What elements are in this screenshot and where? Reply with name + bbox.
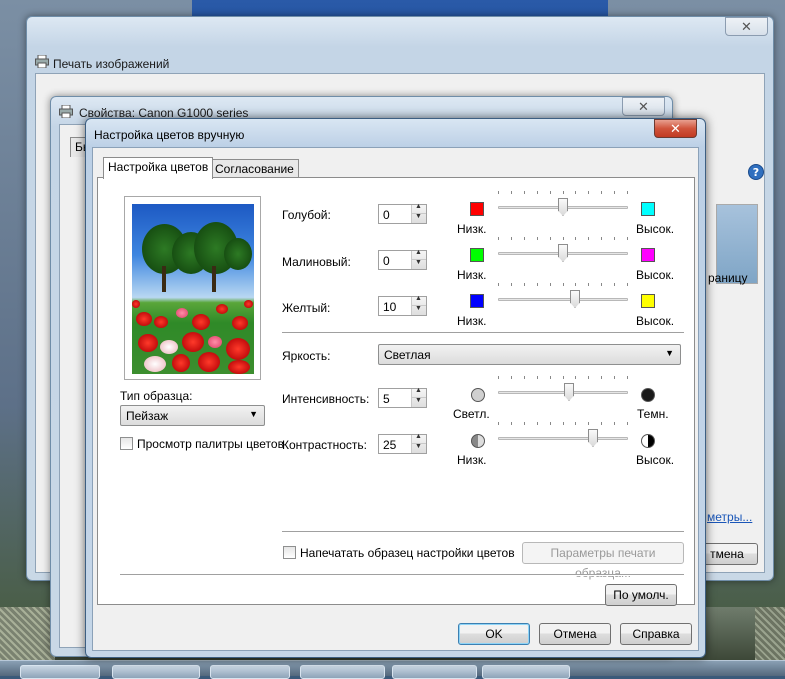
slider-thumb[interactable] (588, 429, 598, 447)
high-label: Высок. (636, 222, 675, 236)
printer-icon (59, 105, 73, 118)
sample-preview (124, 196, 261, 380)
cyan-label: Голубой: (282, 208, 331, 222)
params-link[interactable]: метры... (707, 510, 752, 524)
slider-thumb[interactable] (558, 244, 568, 262)
magenta-value: 0 (383, 254, 390, 268)
brightness-value: Светлая (384, 348, 431, 362)
slider-thumb[interactable] (570, 290, 580, 308)
yellow-swatch (641, 294, 655, 308)
chevron-down-icon: ▼ (665, 348, 674, 358)
help-icon[interactable]: ? (748, 164, 764, 180)
landscape-image (132, 204, 254, 374)
intensity-spinner[interactable]: 5 (378, 387, 427, 408)
chevron-down-icon: ▼ (249, 409, 258, 419)
intensity-value: 5 (383, 392, 390, 406)
partial-label: раницу (708, 271, 748, 285)
contrast-label: Контрастность: (282, 438, 368, 452)
divider (120, 574, 684, 576)
taskbar-button[interactable] (20, 665, 100, 679)
divider (282, 332, 684, 334)
green-swatch (470, 248, 484, 262)
dark-circle-icon (641, 388, 655, 402)
magenta-spinner[interactable]: 0 (378, 249, 427, 270)
magenta-label: Малиновый: (282, 255, 351, 269)
ok-button[interactable]: OK (458, 623, 530, 645)
contrast-slider[interactable] (498, 422, 628, 449)
low-label: Низк. (457, 453, 487, 467)
yellow-spinner[interactable]: 10 (378, 295, 427, 316)
tab-color-settings[interactable]: Настройка цветов (103, 157, 214, 179)
help-button[interactable]: Справка (620, 623, 692, 645)
tab-panel: Тип образца: Пейзаж ▼ Просмотр палитры ц… (97, 177, 695, 605)
slider-thumb[interactable] (558, 198, 568, 216)
close-button[interactable]: ✕ (622, 97, 665, 116)
close-button[interactable]: ✕ (725, 17, 768, 36)
cancel-button[interactable]: Отмена (539, 623, 611, 645)
high-contrast-icon (641, 434, 655, 448)
high-label: Высок. (636, 314, 675, 328)
red-swatch (470, 202, 484, 216)
low-label: Низк. (457, 314, 487, 328)
intensity-label: Интенсивность: (282, 392, 370, 406)
brightness-label: Яркость: (282, 349, 331, 363)
desktop-strip-left (0, 607, 55, 660)
taskbar-button[interactable] (210, 665, 290, 679)
divider (282, 531, 684, 533)
magenta-swatch (641, 248, 655, 262)
light-circle-icon (471, 388, 485, 402)
cyan-slider[interactable] (498, 191, 628, 218)
defaults-button[interactable]: По умолч. (605, 584, 677, 606)
print-sample-label: Напечатать образец настройки цветов (300, 546, 515, 560)
contrast-value: 25 (383, 438, 397, 452)
close-button[interactable]: ✕ (654, 119, 697, 138)
svg-text:?: ? (753, 166, 759, 179)
sample-params-button[interactable]: Параметры печати образца... (522, 542, 684, 580)
taskbar (0, 660, 785, 679)
high-label: Темн. (637, 407, 669, 421)
printer-icon (35, 55, 49, 68)
magenta-slider[interactable] (498, 237, 628, 264)
cyan-swatch (641, 202, 655, 216)
low-label: Светл. (453, 407, 490, 421)
palette-preview-label: Просмотр палитры цветов (137, 437, 284, 451)
low-label: Низк. (457, 268, 487, 282)
intensity-slider[interactable] (498, 376, 628, 403)
manual-color-dialog: Настройка цветов вручную ✕ Настройка цве… (85, 118, 706, 658)
taskbar-button[interactable] (392, 665, 477, 679)
yellow-slider[interactable] (498, 283, 628, 310)
high-label: Высок. (636, 268, 675, 282)
yellow-label: Желтый: (282, 301, 331, 315)
taskbar-button[interactable] (300, 665, 385, 679)
sample-type-value: Пейзаж (126, 409, 169, 423)
sample-type-select[interactable]: Пейзаж ▼ (120, 405, 265, 426)
low-contrast-icon (471, 434, 485, 448)
taskbar-button[interactable] (112, 665, 200, 679)
tab-matching[interactable]: Согласование (210, 159, 299, 179)
taskbar-button[interactable] (482, 665, 570, 679)
cyan-value: 0 (383, 208, 390, 222)
low-label: Низк. (457, 222, 487, 236)
blue-swatch (470, 294, 484, 308)
contrast-spinner[interactable]: 25 (378, 433, 427, 454)
dialog-title: Настройка цветов вручную (94, 128, 245, 142)
palette-preview-checkbox[interactable] (120, 437, 133, 450)
sample-type-label: Тип образца: (120, 389, 193, 403)
brightness-select[interactable]: Светлая ▼ (378, 344, 681, 365)
high-label: Высок. (636, 453, 675, 467)
cyan-spinner[interactable]: 0 (378, 203, 427, 224)
yellow-value: 10 (383, 300, 397, 314)
window-title: Печать изображений (53, 57, 170, 71)
slider-thumb[interactable] (564, 383, 574, 401)
print-sample-checkbox[interactable] (283, 546, 296, 559)
